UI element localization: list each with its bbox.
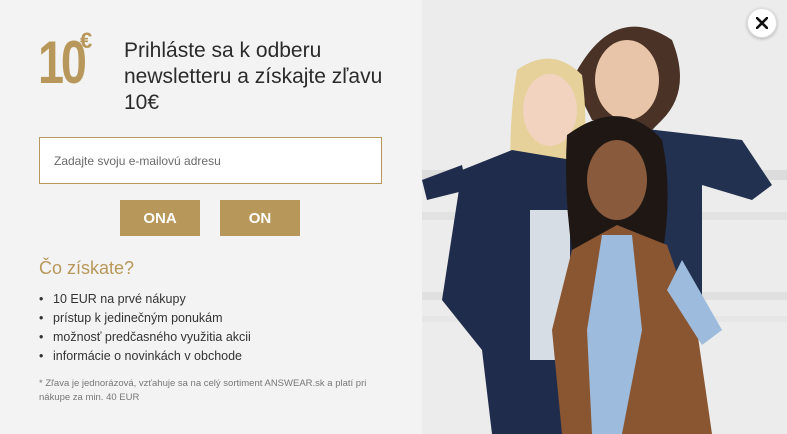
close-icon: [756, 17, 768, 29]
headline: Prihláste sa k odberu newsletteru a získ…: [124, 39, 383, 114]
discount-badge: 10 €: [38, 30, 98, 96]
benefit-item: • 10 EUR na prvé nákupy: [39, 292, 186, 306]
benefit-text: informácie o novinkách v obchode: [53, 349, 243, 363]
models-image: [422, 0, 787, 434]
close-button[interactable]: [747, 8, 777, 38]
benefits-title: Čo získate?: [39, 258, 135, 278]
benefits-list: • 10 EUR na prvé nákupy • prístup k jedine…: [39, 290, 251, 366]
newsletter-panel: 10 € Prihláste sa k odberu newsletteru a…: [0, 0, 422, 434]
subscribe-female-button[interactable]: ONA: [120, 200, 200, 236]
promo-photo: [422, 0, 787, 434]
benefit-item: • možnosť predčasného využitia akcii: [39, 330, 251, 344]
terms-note: * Zľava je jednorázová, vzťahuje sa na c…: [39, 378, 367, 403]
discount-value: 10: [38, 29, 87, 96]
benefit-text: možnosť predčasného využitia akcii: [53, 330, 251, 344]
euro-symbol: €: [80, 28, 93, 53]
benefit-item: • prístup k jedinečným ponukám: [39, 311, 223, 325]
benefit-text: prístup k jedinečným ponukám: [53, 311, 223, 325]
benefit-item: • informácie o novinkách v obchode: [39, 349, 243, 363]
subscribe-male-button[interactable]: ON: [220, 200, 300, 236]
email-input[interactable]: [39, 137, 382, 184]
benefit-text: 10 EUR na prvé nákupy: [53, 292, 186, 306]
